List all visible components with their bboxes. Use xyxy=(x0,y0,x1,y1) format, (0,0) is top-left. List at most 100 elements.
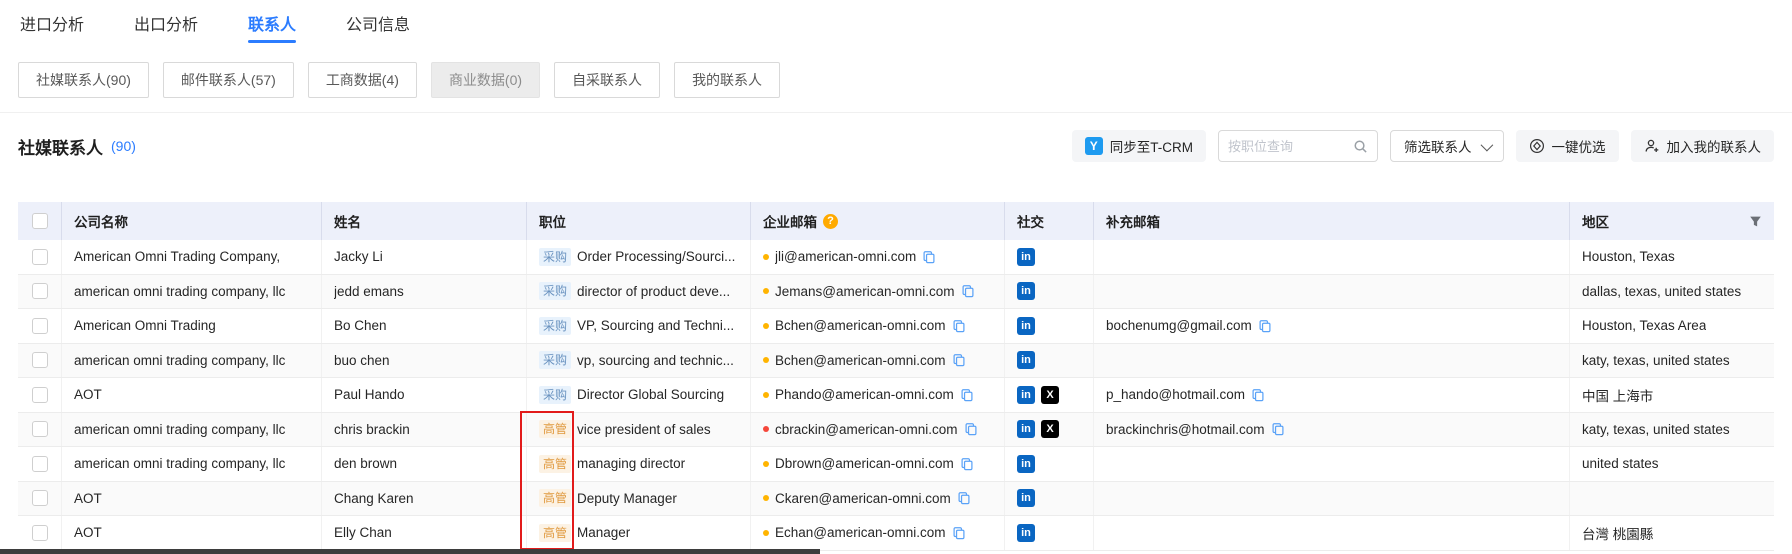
x-icon[interactable]: X xyxy=(1041,420,1059,438)
tab-export-analysis[interactable]: 出口分析 xyxy=(132,0,200,47)
copy-icon[interactable] xyxy=(957,491,971,505)
copy-icon[interactable] xyxy=(960,457,974,471)
name-cell: chris brackin xyxy=(322,413,527,447)
tab-contacts[interactable]: 联系人 xyxy=(246,0,298,47)
linkedin-icon[interactable]: in xyxy=(1017,386,1035,404)
copy-icon[interactable] xyxy=(952,526,966,540)
email-text: Phando@american-omni.com xyxy=(775,387,954,402)
region-cell: dallas, texas, united states xyxy=(1570,275,1774,309)
copy-icon[interactable] xyxy=(961,284,975,298)
filter-commercial-data[interactable]: 商业数据(0) xyxy=(431,62,540,98)
chevron-down-icon xyxy=(1480,138,1493,151)
filter-business-registry[interactable]: 工商数据(4) xyxy=(308,62,417,98)
copy-icon[interactable] xyxy=(964,422,978,436)
table-row: american omni trading company, llc chris… xyxy=(18,413,1774,448)
position-cell: 采购 Director Global Sourcing xyxy=(527,378,751,412)
row-checkbox[interactable] xyxy=(32,387,48,403)
row-checkbox[interactable] xyxy=(32,490,48,506)
extra-email-cell xyxy=(1094,516,1570,550)
email-status-dot xyxy=(763,254,769,260)
x-icon[interactable]: X xyxy=(1041,386,1059,404)
linkedin-icon[interactable]: in xyxy=(1017,282,1035,300)
email-cell: Phando@american-omni.com xyxy=(751,378,1005,412)
horizontal-scrollbar-thumb[interactable] xyxy=(0,549,820,554)
position-role-tag: 采购 xyxy=(539,386,571,404)
contacts-table: 公司名称 姓名 职位 企业邮箱 ? 社交 补充邮箱 地区 American Om… xyxy=(18,202,1774,551)
extra-email-text: p_hando@hotmail.com xyxy=(1106,387,1245,402)
search-icon[interactable] xyxy=(1353,139,1368,154)
copy-icon[interactable] xyxy=(1258,319,1272,333)
email-text: Echan@american-omni.com xyxy=(775,525,946,540)
email-cell: Bchen@american-omni.com xyxy=(751,309,1005,343)
social-cell: in xyxy=(1005,447,1094,481)
contact-name-text: den brown xyxy=(334,456,397,471)
copy-icon[interactable] xyxy=(922,250,936,264)
select-all-checkbox[interactable] xyxy=(32,213,48,229)
copy-icon[interactable] xyxy=(1271,422,1285,436)
row-checkbox[interactable] xyxy=(32,318,48,334)
company-name-text: AOT xyxy=(74,525,102,540)
tab-import-analysis[interactable]: 进口分析 xyxy=(18,0,86,47)
extra-email-cell xyxy=(1094,275,1570,309)
linkedin-icon[interactable]: in xyxy=(1017,524,1035,542)
email-cell: Jemans@american-omni.com xyxy=(751,275,1005,309)
row-checkbox[interactable] xyxy=(32,421,48,437)
position-title-text: vice president of sales xyxy=(577,422,711,437)
copy-icon[interactable] xyxy=(952,319,966,333)
linkedin-icon[interactable]: in xyxy=(1017,489,1035,507)
linkedin-icon[interactable]: in xyxy=(1017,317,1035,335)
linkedin-icon[interactable]: in xyxy=(1017,455,1035,473)
question-badge-icon[interactable]: ? xyxy=(823,214,838,229)
position-title-text: Order Processing/Sourci... xyxy=(577,249,735,264)
extra-email-cell: bochenumg@gmail.com xyxy=(1094,309,1570,343)
header-extra-email: 补充邮箱 xyxy=(1094,202,1570,240)
position-search-input[interactable] xyxy=(1228,139,1347,154)
position-role-tag: 采购 xyxy=(539,351,571,369)
contact-name-text: Paul Hando xyxy=(334,387,405,402)
filter-self-collected[interactable]: 自采联系人 xyxy=(554,62,660,98)
add-to-my-contacts-button[interactable]: 加入我的联系人 xyxy=(1631,130,1775,162)
extra-email-cell: p_hando@hotmail.com xyxy=(1094,378,1570,412)
social-cell: in xyxy=(1005,516,1094,550)
copy-icon[interactable] xyxy=(1251,388,1265,402)
contact-source-filter-bar: 社媒联系人(90) 邮件联系人(57) 工商数据(4) 商业数据(0) 自采联系… xyxy=(18,62,780,98)
filter-email-contacts[interactable]: 邮件联系人(57) xyxy=(163,62,294,98)
contact-name-text: Bo Chen xyxy=(334,318,387,333)
sync-to-tcrm-button[interactable]: Y 同步至T-CRM xyxy=(1072,130,1206,162)
table-row: AOT Chang Karen 高管 Deputy Manager Ckaren… xyxy=(18,482,1774,517)
region-cell: 中国 上海市 xyxy=(1570,378,1774,412)
table-row: AOT Paul Hando 采购 Director Global Sourci… xyxy=(18,378,1774,413)
filter-contacts-dropdown[interactable]: 筛选联系人 xyxy=(1390,130,1504,162)
row-checkbox[interactable] xyxy=(32,249,48,265)
one-click-optimize-button[interactable]: 一键优选 xyxy=(1516,130,1619,162)
position-cell: 高管 Deputy Manager xyxy=(527,482,751,516)
name-cell: jedd emans xyxy=(322,275,527,309)
row-checkbox[interactable] xyxy=(32,525,48,541)
linkedin-icon[interactable]: in xyxy=(1017,351,1035,369)
name-cell: buo chen xyxy=(322,344,527,378)
region-text: katy, texas, united states xyxy=(1582,422,1730,437)
email-status-dot xyxy=(763,392,769,398)
contacts-page: 进口分析 出口分析 联系人 公司信息 社媒联系人(90) 邮件联系人(57) 工… xyxy=(0,0,1792,554)
linkedin-icon[interactable]: in xyxy=(1017,248,1035,266)
row-checkbox[interactable] xyxy=(32,283,48,299)
filter-social-contacts[interactable]: 社媒联系人(90) xyxy=(18,62,149,98)
position-cell: 采购 VP, Sourcing and Techni... xyxy=(527,309,751,343)
email-text: Jemans@american-omni.com xyxy=(775,284,955,299)
table-row: american omni trading company, llc buo c… xyxy=(18,344,1774,379)
company-cell: american omni trading company, llc xyxy=(62,344,322,378)
funnel-icon[interactable] xyxy=(1749,215,1762,228)
copy-icon[interactable] xyxy=(952,353,966,367)
position-role-tag: 采购 xyxy=(539,248,571,266)
tab-company-info[interactable]: 公司信息 xyxy=(344,0,412,47)
row-checkbox[interactable] xyxy=(32,456,48,472)
name-cell: Bo Chen xyxy=(322,309,527,343)
company-name-text: American Omni Trading Company, xyxy=(74,249,280,264)
copy-icon[interactable] xyxy=(960,388,974,402)
row-checkbox[interactable] xyxy=(32,352,48,368)
linkedin-icon[interactable]: in xyxy=(1017,420,1035,438)
filter-my-contacts[interactable]: 我的联系人 xyxy=(674,62,780,98)
contact-name-text: Jacky Li xyxy=(334,249,383,264)
social-cell: in xyxy=(1005,344,1094,378)
email-cell: Echan@american-omni.com xyxy=(751,516,1005,550)
